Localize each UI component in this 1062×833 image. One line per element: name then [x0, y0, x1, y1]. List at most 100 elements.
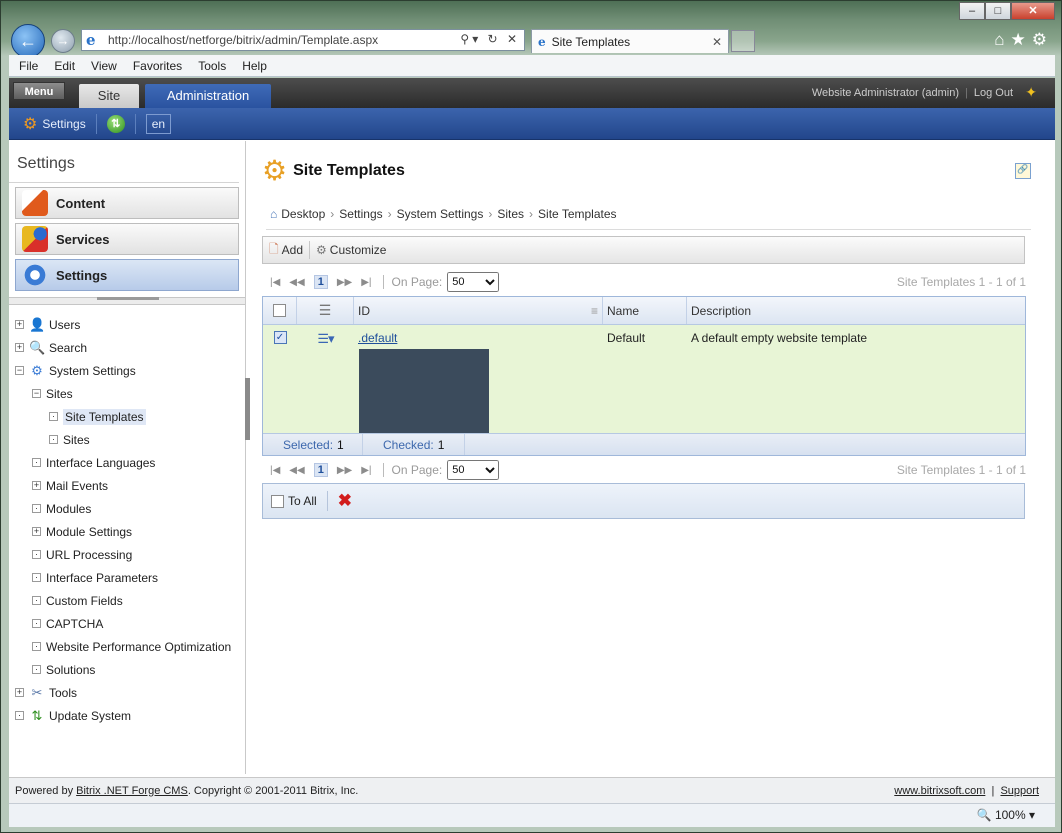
prev-page-icon[interactable]: ◀◀: [289, 277, 304, 288]
browser-toolbar-icons[interactable]: ⌂★⚙: [994, 30, 1053, 50]
last-page-icon[interactable]: ▶|: [361, 465, 371, 476]
next-page-icon[interactable]: ▶▶: [337, 465, 352, 476]
tree-toggle-icon[interactable]: −: [15, 366, 24, 375]
tree-item[interactable]: · Modules: [9, 497, 245, 520]
menu-help[interactable]: Help: [234, 59, 275, 73]
language-switch[interactable]: en: [145, 113, 172, 134]
section-services-button[interactable]: Services: [15, 223, 239, 255]
tree-toggle-icon[interactable]: ·: [15, 711, 24, 720]
logout-link[interactable]: Log Out: [974, 87, 1013, 99]
tree-toggle-icon[interactable]: −: [32, 389, 41, 398]
tree-item[interactable]: · Sites: [9, 428, 245, 451]
current-page[interactable]: 1: [313, 463, 328, 477]
tree-toggle-icon[interactable]: ·: [49, 435, 58, 444]
tree-toggle-icon[interactable]: ·: [32, 642, 41, 651]
tree-item[interactable]: · Solutions: [9, 658, 245, 681]
tab-administration[interactable]: Administration: [145, 84, 271, 108]
prev-page-icon[interactable]: ◀◀: [289, 465, 304, 476]
last-page-icon[interactable]: ▶|: [361, 277, 371, 288]
on-page-select[interactable]: 50: [447, 460, 500, 480]
list-settings-icon[interactable]: ☰: [319, 302, 332, 319]
zoom-control[interactable]: 🔍 100% ▾: [977, 808, 1035, 822]
user-name[interactable]: Website Administrator (admin): [812, 87, 959, 99]
tree-item[interactable]: + 👤 Users: [9, 313, 245, 336]
panel-settings-link[interactable]: Settings: [42, 117, 85, 131]
first-page-icon[interactable]: |◀: [270, 277, 280, 288]
section-settings-button[interactable]: Settings: [15, 259, 239, 291]
bitrixsoft-link[interactable]: www.bitrixsoft.com: [894, 785, 985, 797]
customize-button[interactable]: Customize: [330, 243, 387, 257]
delete-icon[interactable]: ✖: [338, 491, 352, 511]
crumb-settings[interactable]: Settings: [339, 207, 382, 221]
address-controls[interactable]: ⚲▾ ↻ ✕: [460, 32, 520, 46]
support-link[interactable]: Support: [1000, 785, 1039, 797]
tree-toggle-icon[interactable]: +: [15, 320, 24, 329]
tree-item[interactable]: + Mail Events: [9, 474, 245, 497]
tree-item[interactable]: · Website Performance Optimization: [9, 635, 245, 658]
on-page-select[interactable]: 50: [447, 272, 500, 292]
tree-toggle-icon[interactable]: +: [15, 688, 24, 697]
menu-tools[interactable]: Tools: [190, 59, 234, 73]
tree-toggle-icon[interactable]: ·: [32, 573, 41, 582]
browser-tab[interactable]: e Site Templates ✕: [531, 29, 729, 53]
section-content-button[interactable]: Content: [15, 187, 239, 219]
table-row[interactable]: ✓ ☰▾ .default Default A default empty we…: [263, 325, 1025, 433]
tree-item[interactable]: + ✂ Tools: [9, 681, 245, 704]
product-link[interactable]: Bitrix .NET Forge CMS: [76, 785, 188, 797]
template-id-link[interactable]: .default: [358, 331, 397, 345]
menu-file[interactable]: File: [11, 59, 46, 73]
current-page[interactable]: 1: [313, 275, 328, 289]
back-button[interactable]: ←: [11, 24, 45, 58]
tree-toggle-icon[interactable]: ·: [32, 665, 41, 674]
tree-toggle-icon[interactable]: +: [32, 481, 41, 490]
update-icon[interactable]: ⇅: [106, 114, 125, 133]
tree-item[interactable]: + 🔍 Search: [9, 336, 245, 359]
tree-toggle-icon[interactable]: ·: [32, 619, 41, 628]
minimize-button[interactable]: –: [959, 2, 985, 20]
tab-site[interactable]: Site: [79, 84, 139, 108]
column-description[interactable]: Description: [687, 297, 1025, 324]
crumb-system-settings[interactable]: System Settings: [397, 207, 484, 221]
menu-button[interactable]: Menu: [13, 82, 65, 100]
export-link-icon[interactable]: 🔗: [1015, 163, 1031, 179]
tree-toggle-icon[interactable]: ·: [32, 458, 41, 467]
first-page-icon[interactable]: |◀: [270, 465, 280, 476]
pin-icon[interactable]: ✦: [1025, 84, 1037, 101]
tree-item[interactable]: · Custom Fields: [9, 589, 245, 612]
tree-item[interactable]: + Module Settings: [9, 520, 245, 543]
sidebar-splitter[interactable]: [9, 297, 245, 305]
tree-item[interactable]: · Interface Parameters: [9, 566, 245, 589]
to-all-label[interactable]: To All: [288, 494, 317, 508]
crumb-sites[interactable]: Sites: [497, 207, 524, 221]
menu-view[interactable]: View: [83, 59, 125, 73]
tree-toggle-icon[interactable]: ·: [32, 596, 41, 605]
tree-toggle-icon[interactable]: ·: [32, 550, 41, 559]
tree-item[interactable]: · Site Templates: [9, 405, 245, 428]
row-action-menu-icon[interactable]: ☰▾: [317, 331, 334, 347]
forward-button[interactable]: →: [51, 29, 75, 53]
column-id[interactable]: ID ≡: [354, 297, 603, 324]
add-button[interactable]: Add: [282, 243, 303, 257]
maximize-button[interactable]: □: [985, 2, 1011, 20]
crumb-desktop[interactable]: Desktop: [281, 207, 325, 221]
vertical-splitter-handle[interactable]: [245, 378, 250, 440]
next-page-icon[interactable]: ▶▶: [337, 277, 352, 288]
tree-item[interactable]: · CAPTCHA: [9, 612, 245, 635]
tree-item[interactable]: − Sites: [9, 382, 245, 405]
column-name[interactable]: Name: [603, 297, 687, 324]
close-window-button[interactable]: ✕: [1011, 2, 1055, 20]
to-all-checkbox[interactable]: [271, 494, 284, 508]
close-tab-icon[interactable]: ✕: [712, 35, 722, 49]
menu-edit[interactable]: Edit: [46, 59, 83, 73]
address-bar[interactable]: e http://localhost/netforge/bitrix/admin…: [81, 29, 525, 51]
select-all-checkbox[interactable]: [273, 304, 286, 317]
tree-toggle-icon[interactable]: ·: [49, 412, 58, 421]
tree-toggle-icon[interactable]: +: [32, 527, 41, 536]
tree-toggle-icon[interactable]: ·: [32, 504, 41, 513]
tree-item[interactable]: · URL Processing: [9, 543, 245, 566]
tree-item[interactable]: − ⚙ System Settings: [9, 359, 245, 382]
tree-item[interactable]: · ⇅ Update System: [9, 704, 245, 727]
new-tab-button[interactable]: [731, 30, 755, 52]
tree-item[interactable]: · Interface Languages: [9, 451, 245, 474]
tree-toggle-icon[interactable]: +: [15, 343, 24, 352]
